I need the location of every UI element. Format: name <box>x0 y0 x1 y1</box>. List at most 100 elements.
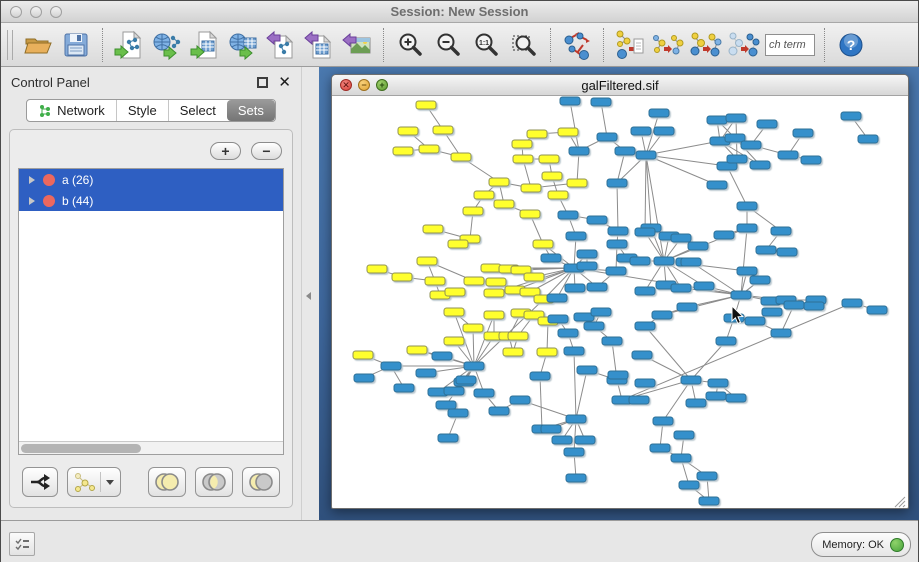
graph-node[interactable] <box>631 127 651 135</box>
graph-node[interactable] <box>607 179 627 187</box>
graph-node[interactable] <box>448 409 468 417</box>
graph-node[interactable] <box>681 376 701 384</box>
graph-edge[interactable] <box>645 155 646 232</box>
graph-node[interactable] <box>671 234 691 242</box>
expander-icon[interactable] <box>29 176 35 184</box>
graph-node[interactable] <box>577 262 597 270</box>
zoom-actual-size-button[interactable]: 1:1 <box>467 26 505 64</box>
graph-node[interactable] <box>569 147 589 155</box>
graph-node[interactable] <box>842 299 862 307</box>
graph-node[interactable] <box>521 184 541 192</box>
graph-edge[interactable] <box>601 102 607 137</box>
graph-node[interactable] <box>726 394 746 402</box>
set-row-a[interactable]: a (26) <box>19 169 283 190</box>
graph-node[interactable] <box>615 147 635 155</box>
close-panel-icon[interactable]: ✕ <box>278 75 291 90</box>
graph-node[interactable] <box>771 227 791 235</box>
save-button[interactable] <box>57 26 95 64</box>
graph-node[interactable] <box>607 240 627 248</box>
show-all-button[interactable] <box>725 26 763 64</box>
export-table-button[interactable] <box>300 26 338 64</box>
graph-edge[interactable] <box>577 151 579 183</box>
graph-edge[interactable] <box>576 370 587 419</box>
graph-node[interactable] <box>508 332 528 340</box>
graph-node[interactable] <box>494 200 514 208</box>
graph-edge[interactable] <box>540 376 542 429</box>
graph-node[interactable] <box>724 314 744 322</box>
graph-node[interactable] <box>650 444 670 452</box>
graph-node[interactable] <box>381 362 401 370</box>
graph-node[interactable] <box>566 415 586 423</box>
tab-network[interactable]: Network <box>27 100 116 121</box>
graph-node[interactable] <box>757 120 777 128</box>
graph-node[interactable] <box>533 240 553 248</box>
graph-node[interactable] <box>486 278 506 286</box>
graph-node[interactable] <box>527 130 547 138</box>
graph-edge[interactable] <box>727 166 747 206</box>
graph-node[interactable] <box>464 362 484 370</box>
graph-node[interactable] <box>707 181 727 189</box>
import-network-file-button[interactable] <box>110 26 148 64</box>
export-image-button[interactable] <box>338 26 376 64</box>
graph-node[interactable] <box>731 291 751 299</box>
graph-edge[interactable] <box>547 321 548 352</box>
graph-node[interactable] <box>654 257 674 265</box>
graph-node[interactable] <box>530 372 550 380</box>
open-button[interactable] <box>19 26 57 64</box>
task-history-button[interactable] <box>9 532 35 556</box>
horizontal-scrollbar[interactable] <box>19 441 283 454</box>
graph-node[interactable] <box>716 337 736 345</box>
toolbar-drag-handle[interactable] <box>7 30 13 60</box>
graph-edge[interactable] <box>646 155 664 261</box>
graph-node[interactable] <box>784 301 804 309</box>
graph-node[interactable] <box>456 376 476 384</box>
graph-node[interactable] <box>444 308 464 316</box>
graph-node[interactable] <box>520 210 540 218</box>
graph-node[interactable] <box>745 317 765 325</box>
graph-node[interactable] <box>671 284 691 292</box>
panel-collapse-handle[interactable] <box>306 292 311 300</box>
graph-node[interactable] <box>542 172 562 180</box>
help-button[interactable]: ? <box>832 26 870 64</box>
graph-edge[interactable] <box>473 328 474 366</box>
graph-node[interactable] <box>503 348 523 356</box>
graph-node[interactable] <box>635 287 655 295</box>
graph-edge[interactable] <box>691 341 726 380</box>
graph-node[interactable] <box>756 246 776 254</box>
graph-node[interactable] <box>416 369 436 377</box>
first-neighbors-button[interactable] <box>649 26 687 64</box>
graph-node[interactable] <box>558 211 578 219</box>
graph-node[interactable] <box>635 228 655 236</box>
graph-node[interactable] <box>566 474 586 482</box>
graph-node[interactable] <box>541 254 561 262</box>
graph-node[interactable] <box>474 389 494 397</box>
graph-node[interactable] <box>416 101 436 109</box>
graph-node[interactable] <box>398 127 418 135</box>
graph-node[interactable] <box>448 240 468 248</box>
graph-node[interactable] <box>558 128 578 136</box>
graph-node[interactable] <box>560 97 580 105</box>
graph-node[interactable] <box>394 384 414 392</box>
graph-node[interactable] <box>737 267 757 275</box>
intersection-button[interactable] <box>195 467 233 497</box>
graph-node[interactable] <box>741 141 761 149</box>
graph-node[interactable] <box>548 191 568 199</box>
graph-node[interactable] <box>804 302 824 310</box>
graph-node[interactable] <box>726 114 746 122</box>
graph-node[interactable] <box>737 202 757 210</box>
graph-node[interactable] <box>547 294 567 302</box>
tab-style[interactable]: Style <box>116 100 168 121</box>
graph-node[interactable] <box>708 379 728 387</box>
graph-edge[interactable] <box>617 183 618 231</box>
import-table-file-button[interactable] <box>186 26 224 64</box>
graph-node[interactable] <box>565 284 585 292</box>
zoom-out-button[interactable] <box>429 26 467 64</box>
graph-edge[interactable] <box>617 151 625 183</box>
graph-node[interactable] <box>654 127 674 135</box>
graph-node[interactable] <box>392 273 412 281</box>
graph-node[interactable] <box>750 161 770 169</box>
graph-node[interactable] <box>714 231 734 239</box>
network-window-titlebar[interactable]: ✕ − + galFiltered.sif <box>332 75 908 96</box>
hide-selected-button[interactable] <box>687 26 725 64</box>
graph-node[interactable] <box>606 267 626 275</box>
